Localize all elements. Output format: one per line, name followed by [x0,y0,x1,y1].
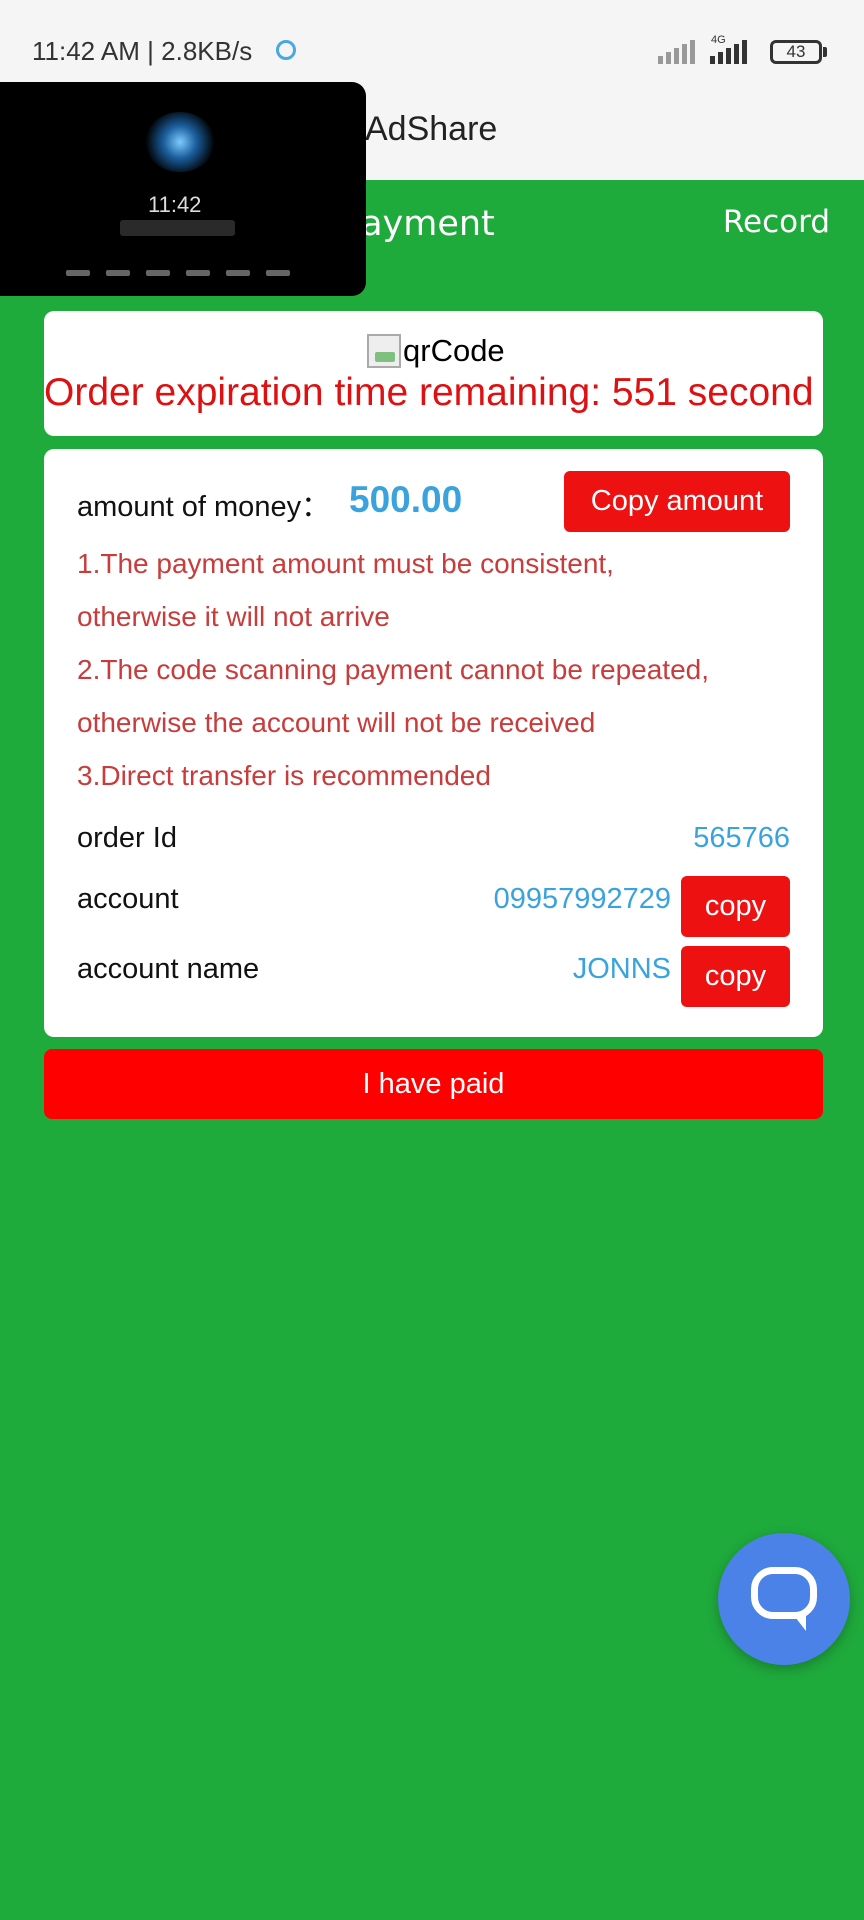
account-label: account [77,883,179,915]
signal-icon [710,40,750,64]
account-value: 09957992729 [493,883,671,915]
copy-account-name-button[interactable]: copy [681,946,790,1007]
amount-label: amount of money： [77,491,331,523]
notice-line: otherwise the account will not be receiv… [77,707,596,738]
app-title: AdShare [365,110,498,148]
thumbnail-bar [120,220,235,236]
data-saver-icon [276,40,296,60]
amount-value: 500.00 [349,479,463,520]
signal-icon [658,40,698,64]
battery-icon: 43 [770,40,822,64]
chat-icon [751,1567,817,1619]
broken-image-icon [367,334,401,368]
notice-line: 2.The code scanning payment cannot be re… [77,654,709,685]
copy-amount-button[interactable]: Copy amount [564,471,790,532]
qr-code-image: qrCode [367,333,505,369]
status-time: 11:42 AM | 2.8KB/s [32,36,253,66]
expiration-timer: Order expiration time remaining: 551 sec… [44,371,814,414]
chat-icon-tail [792,1613,806,1631]
thumbnail-logo [145,112,215,172]
payment-details-card: amount of money： 500.00 Copy amount 1.Th… [44,449,823,1037]
qr-card: qrCode Order expiration time remaining: … [44,311,823,436]
copy-account-button[interactable]: copy [681,876,790,937]
notice-line: 3.Direct transfer is recommended [77,760,491,791]
chat-button[interactable] [718,1533,850,1665]
account-name-label: account name [77,953,260,985]
thumbnail-time: 11:42 [148,192,202,217]
order-id-label: order Id [77,822,177,854]
notice-line: 1.The payment amount must be consistent, [77,548,614,579]
battery-tip [823,47,827,57]
account-name-value: JONNS [572,953,671,985]
order-id-value: 565766 [693,822,790,854]
i-have-paid-button[interactable]: I have paid [44,1049,823,1119]
qr-alt-text: qrCode [403,333,505,368]
thumbnail-dock [0,270,366,280]
notice-line: otherwise it will not arrive [77,601,390,632]
floating-window-thumbnail[interactable]: 11:42 [0,82,366,296]
record-link[interactable]: Record [723,204,830,240]
